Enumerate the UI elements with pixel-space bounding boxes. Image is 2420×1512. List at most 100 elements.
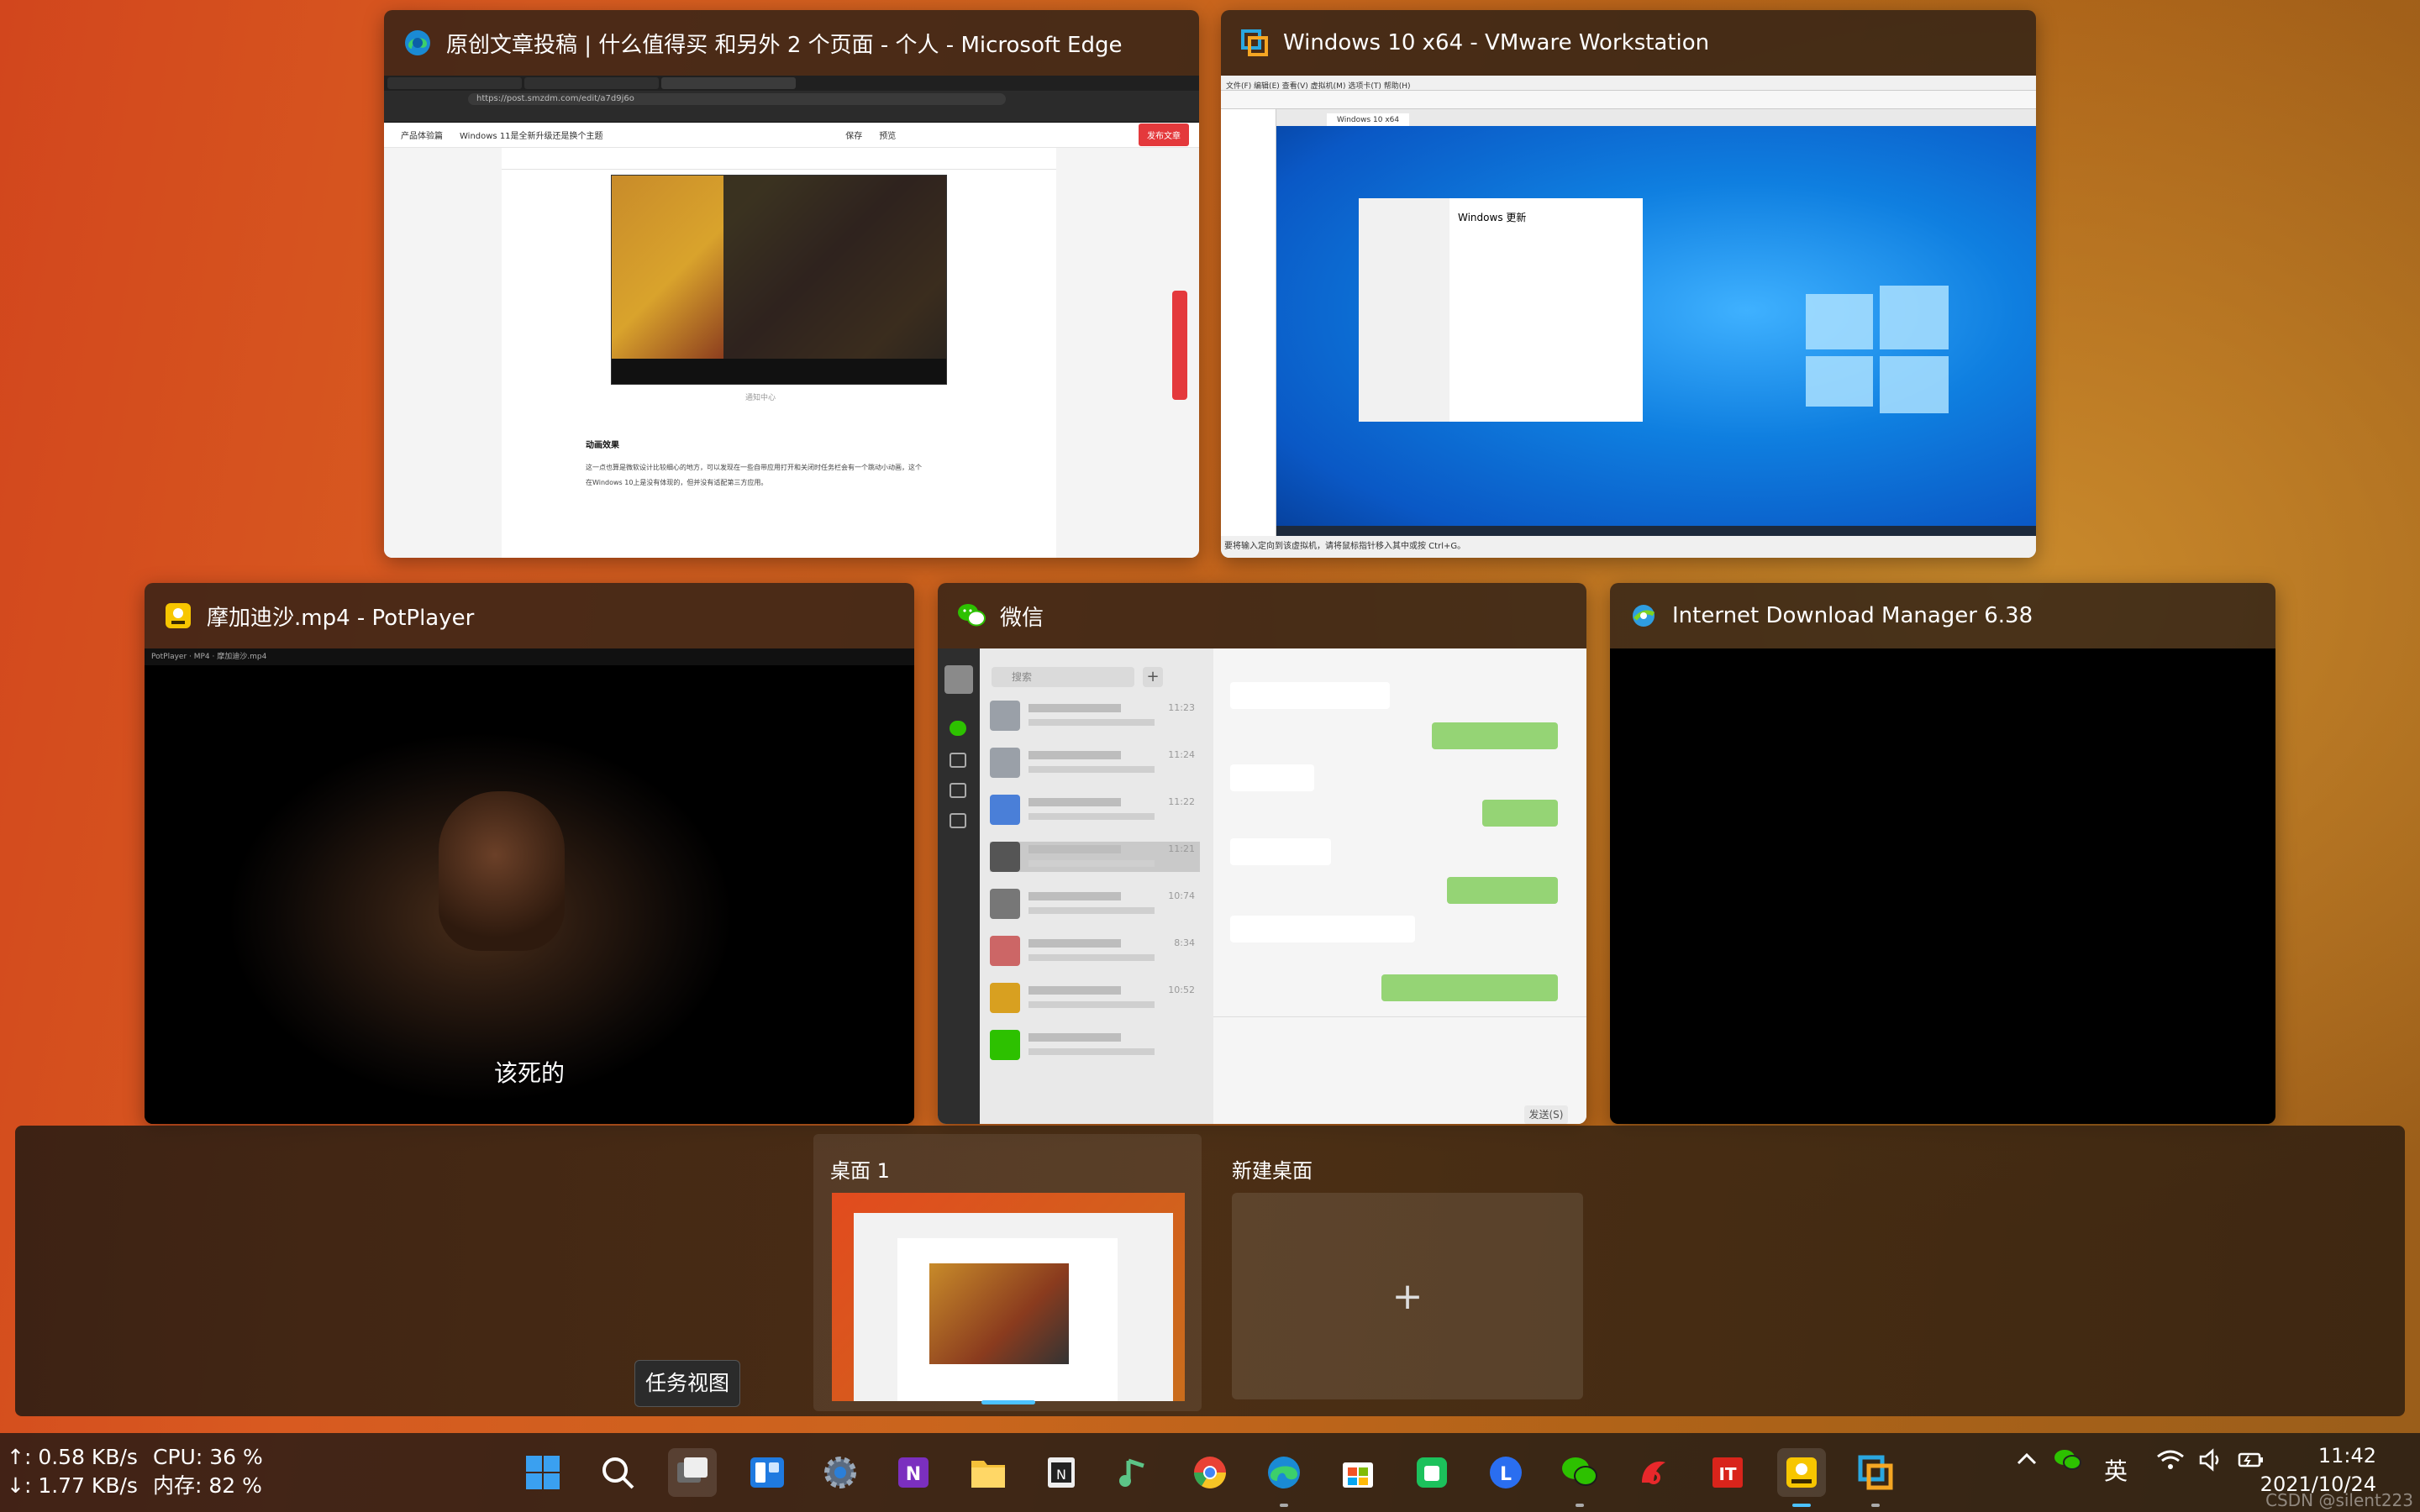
edge-tab-active[interactable] bbox=[661, 77, 796, 89]
save-button[interactable]: 保存 bbox=[845, 129, 862, 141]
settings-icon[interactable] bbox=[816, 1448, 865, 1497]
chat-tab-icon[interactable] bbox=[950, 721, 966, 736]
video-subtitle: 该死的 bbox=[493, 1059, 565, 1087]
running-indicator bbox=[1871, 1504, 1880, 1507]
list-item-selected[interactable]: 11:21 bbox=[990, 842, 1200, 872]
wechat-thumbnail[interactable]: 搜索 + 11:23 11:24 11:22 11:21 10:74 8:34 … bbox=[938, 648, 1586, 1124]
idm-window-title-bar[interactable]: Internet Download Manager 6.38 bbox=[1610, 583, 2275, 648]
ithome-icon[interactable]: IT bbox=[1703, 1448, 1752, 1497]
edge-window[interactable]: 原创文章投稿 | 什么值得买 和另外 2 个页面 - 个人 - Microsof… bbox=[384, 10, 1199, 558]
file-explorer-icon[interactable] bbox=[964, 1448, 1013, 1497]
start-icon[interactable] bbox=[518, 1448, 567, 1497]
chat-time: 11:21 bbox=[1168, 843, 1195, 854]
chat-list[interactable]: 搜索 + 11:23 11:24 11:22 11:21 10:74 8:34 … bbox=[980, 648, 1213, 1124]
list-item[interactable] bbox=[990, 1030, 1200, 1060]
search-icon[interactable] bbox=[593, 1448, 642, 1497]
widgets-icon[interactable] bbox=[743, 1448, 792, 1497]
idm-window[interactable]: Internet Download Manager 6.38 bbox=[1610, 583, 2275, 1124]
vm-settings-window[interactable]: Windows 更新 bbox=[1359, 198, 1643, 422]
edge-thumbnail[interactable]: https://post.smzdm.com/edit/a7d9j6o 产品体验… bbox=[384, 76, 1199, 558]
wechat-nav[interactable] bbox=[938, 648, 980, 1124]
contacts-tab-icon[interactable] bbox=[950, 753, 966, 768]
chrome-icon[interactable] bbox=[1186, 1448, 1234, 1497]
wifi-icon[interactable] bbox=[2156, 1448, 2185, 1478]
vm-tab[interactable]: Windows 10 x64 bbox=[1327, 113, 1410, 127]
edge-tab-strip[interactable] bbox=[384, 76, 1199, 91]
vmware-menu[interactable]: 文件(F) 编辑(E) 查看(V) 虚拟机(M) 选项卡(T) 帮助(H) bbox=[1221, 82, 1411, 91]
app-icon[interactable] bbox=[1407, 1448, 1456, 1497]
store-icon[interactable] bbox=[1334, 1448, 1382, 1497]
edge-url[interactable]: https://post.smzdm.com/edit/a7d9j6o bbox=[468, 93, 1006, 105]
list-item[interactable]: 10:74 bbox=[990, 889, 1200, 919]
new-desktop-button[interactable]: + bbox=[1232, 1193, 1583, 1399]
vmware-tabs[interactable]: Windows 10 x64 bbox=[1276, 109, 2036, 127]
desktop-1-thumbnail[interactable] bbox=[832, 1193, 1185, 1401]
edge-taskbar-icon[interactable] bbox=[1260, 1448, 1308, 1507]
message-input[interactable]: 发送(S) bbox=[1213, 1016, 1586, 1124]
edge-tab[interactable] bbox=[387, 77, 522, 89]
potplayer-window-title-bar[interactable]: 摩加迪沙.mp4 - PotPlayer bbox=[145, 583, 914, 648]
vmware-window-title-bar[interactable]: Windows 10 x64 - VMware Workstation bbox=[1221, 10, 2036, 76]
edge-tab[interactable] bbox=[524, 77, 659, 89]
vm-desktop[interactable]: Windows 更新 bbox=[1276, 126, 2036, 536]
list-item[interactable]: 11:24 bbox=[990, 748, 1200, 778]
wechat-tray-icon[interactable] bbox=[2054, 1448, 2082, 1478]
favorites-tab-icon[interactable] bbox=[950, 783, 966, 798]
potplayer-icon bbox=[163, 601, 193, 631]
edge-address-bar[interactable]: https://post.smzdm.com/edit/a7d9j6o bbox=[384, 91, 1199, 108]
svg-text:N: N bbox=[906, 1464, 921, 1485]
vmware-thumbnail[interactable]: 文件(F) 编辑(E) 查看(V) 虚拟机(M) 选项卡(T) 帮助(H) Wi… bbox=[1221, 76, 2036, 558]
side-float-button[interactable] bbox=[1172, 291, 1187, 400]
chevron-up-icon[interactable] bbox=[2015, 1448, 2039, 1478]
article-title: Windows 11是全新升级还是换个主题 bbox=[460, 132, 603, 141]
vmware-menu-bar[interactable]: 文件(F) 编辑(E) 查看(V) 虚拟机(M) 选项卡(T) 帮助(H) bbox=[1221, 76, 2036, 91]
edge-favorites-bar[interactable] bbox=[384, 108, 1199, 123]
onenote-icon[interactable]: N bbox=[889, 1448, 938, 1497]
windows-logo bbox=[1806, 286, 1949, 413]
notepad-icon[interactable]: N bbox=[1037, 1448, 1086, 1497]
ime-indicator[interactable]: 英 bbox=[2104, 1453, 2128, 1487]
vmware-window-title: Windows 10 x64 - VMware Workstation bbox=[1283, 30, 1710, 55]
lark-icon[interactable]: L bbox=[1481, 1448, 1530, 1497]
volume-icon[interactable] bbox=[2198, 1448, 2223, 1478]
files-tab-icon[interactable] bbox=[950, 813, 966, 828]
app-red-icon[interactable] bbox=[1629, 1448, 1678, 1497]
idm-window-title: Internet Download Manager 6.38 bbox=[1672, 603, 2033, 628]
chat-time: 10:52 bbox=[1168, 984, 1195, 995]
vmware-toolbar[interactable] bbox=[1221, 91, 2036, 109]
list-item[interactable]: 11:23 bbox=[990, 701, 1200, 731]
idm-thumbnail[interactable] bbox=[1610, 648, 2275, 1124]
vmware-window[interactable]: Windows 10 x64 - VMware Workstation 文件(F… bbox=[1221, 10, 2036, 558]
desktop-1-page bbox=[854, 1213, 1173, 1401]
vmware-taskbar-icon[interactable] bbox=[1851, 1448, 1900, 1507]
new-desktop-card[interactable]: 新建桌面 + bbox=[1232, 1134, 1585, 1411]
potplayer-taskbar-icon[interactable] bbox=[1777, 1448, 1826, 1507]
task-view-icon[interactable] bbox=[668, 1448, 717, 1497]
wechat-taskbar-icon[interactable] bbox=[1555, 1448, 1604, 1507]
list-item[interactable]: 10:52 bbox=[990, 983, 1200, 1013]
plus-icon: + bbox=[1392, 1274, 1423, 1318]
music-icon[interactable] bbox=[1111, 1448, 1160, 1497]
add-button[interactable]: + bbox=[1143, 667, 1163, 687]
publish-button[interactable]: 发布文章 bbox=[1138, 123, 1189, 146]
wechat-window[interactable]: 微信 搜索 + 11:23 11:24 11:22 11:21 10:74 8:… bbox=[938, 583, 1586, 1124]
vmware-library[interactable] bbox=[1221, 109, 1276, 536]
message-bubble bbox=[1230, 764, 1314, 791]
desktop-1-card[interactable]: 桌面 1 bbox=[813, 1134, 1202, 1411]
editor-toolbar[interactable] bbox=[502, 148, 1056, 170]
edge-window-title-bar[interactable]: 原创文章投稿 | 什么值得买 和另外 2 个页面 - 个人 - Microsof… bbox=[384, 10, 1199, 76]
list-item[interactable]: 8:34 bbox=[990, 936, 1200, 966]
chat-panel[interactable]: 发送(S) bbox=[1213, 648, 1586, 1124]
send-button[interactable]: 发送(S) bbox=[1524, 1105, 1568, 1124]
avatar[interactable] bbox=[944, 665, 973, 694]
preview-button[interactable]: 预览 bbox=[879, 129, 896, 141]
search-input[interactable]: 搜索 bbox=[992, 667, 1134, 687]
potplayer-window[interactable]: 摩加迪沙.mp4 - PotPlayer PotPlayer · MP4 · 摩… bbox=[145, 583, 914, 1124]
wechat-window-title-bar[interactable]: 微信 bbox=[938, 583, 1586, 648]
potplayer-thumbnail[interactable]: PotPlayer · MP4 · 摩加迪沙.mp4 该死的 bbox=[145, 648, 914, 1124]
task-view-tooltip: 任务视图 bbox=[634, 1360, 740, 1407]
message-bubble bbox=[1230, 916, 1415, 942]
article-editor[interactable]: 通知中心 动画效果 这一点也算是微软设计比较细心的地方，可以发现在一些自带应用打… bbox=[502, 148, 1056, 558]
message-bubble-self bbox=[1432, 722, 1558, 749]
list-item[interactable]: 11:22 bbox=[990, 795, 1200, 825]
